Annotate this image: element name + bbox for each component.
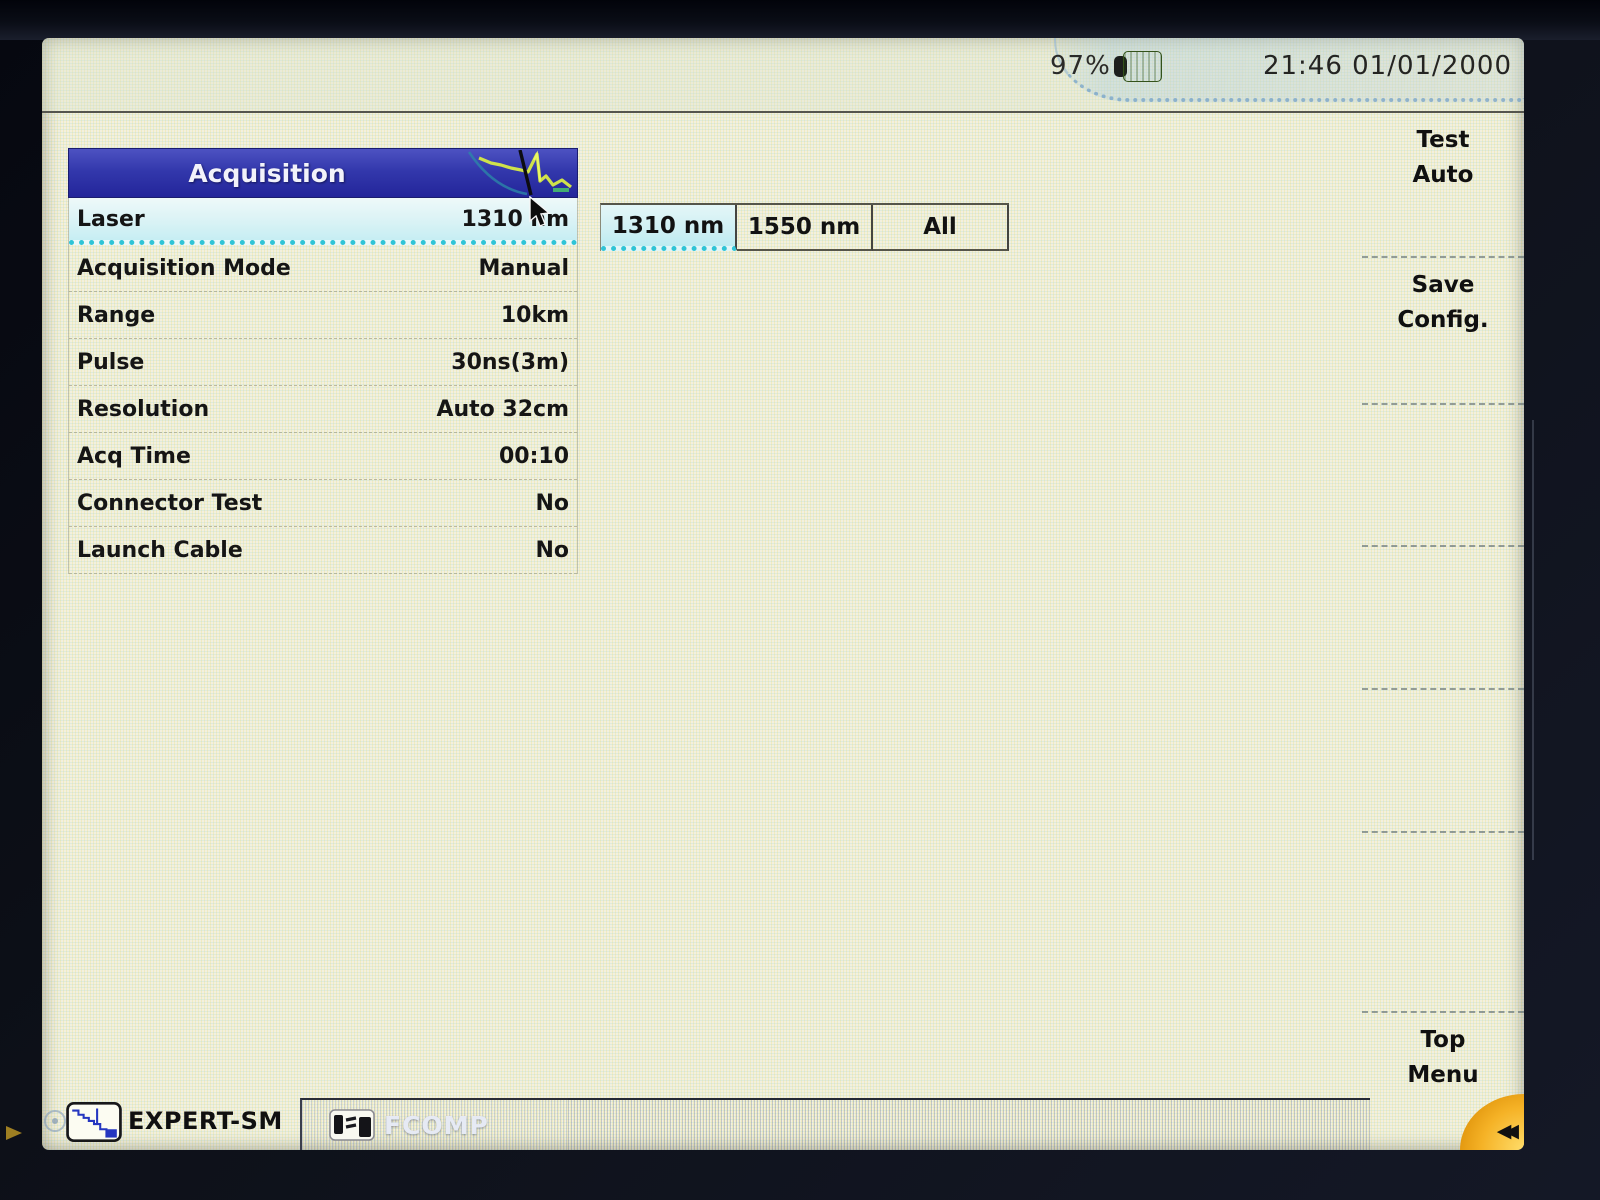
battery-icon bbox=[1114, 51, 1162, 82]
setting-label: Connector Test bbox=[77, 491, 262, 516]
bezel-reflection bbox=[1532, 420, 1534, 860]
setting-label: Laser bbox=[77, 207, 145, 232]
taskbar: EXPERT-SM FCOMP bbox=[42, 1094, 1524, 1150]
fiber-compare-icon bbox=[328, 1105, 380, 1145]
setting-row-acq-time[interactable]: Acq Time 00:10 bbox=[69, 433, 577, 480]
acquisition-panel: Acquisition Laser 1310 nm bbox=[68, 148, 578, 574]
setting-label: Launch Cable bbox=[77, 538, 243, 563]
softkey-label-line: Menu bbox=[1362, 1058, 1524, 1093]
softkey-empty-4 bbox=[1362, 833, 1524, 1013]
softkey-label-line: Auto bbox=[1362, 158, 1524, 193]
setting-label: Range bbox=[77, 303, 155, 328]
taskbar-status-icon bbox=[44, 1110, 66, 1132]
softkey-label-line: Test bbox=[1362, 123, 1524, 158]
status-bar: 97% 21:46 01/01/2000 bbox=[42, 38, 1524, 113]
softkey-label-line: Config. bbox=[1362, 303, 1524, 338]
softkey-label-line: Save bbox=[1362, 268, 1524, 303]
softkey-empty-2 bbox=[1362, 547, 1524, 690]
setting-row-laser[interactable]: Laser 1310 nm bbox=[69, 198, 577, 245]
setting-label: Pulse bbox=[77, 350, 144, 375]
setting-row-pulse[interactable]: Pulse 30ns(3m) bbox=[69, 339, 577, 386]
softkey-sidebar: Test Auto Save Config. Top Menu bbox=[1362, 113, 1524, 1146]
setting-value: 30ns(3m) bbox=[451, 350, 569, 375]
setting-value: Manual bbox=[479, 256, 569, 281]
setting-row-launch-cable[interactable]: Launch Cable No bbox=[69, 527, 577, 574]
device-bezel: 97% 21:46 01/01/2000 Acquisition bbox=[0, 0, 1600, 1200]
setting-value: No bbox=[535, 491, 569, 516]
setting-value: No bbox=[535, 538, 569, 563]
mouse-cursor bbox=[528, 196, 558, 230]
taskbar-tab-label: FCOMP bbox=[384, 1111, 489, 1140]
setting-value: 00:10 bbox=[499, 444, 569, 469]
instrument-screen: 97% 21:46 01/01/2000 Acquisition bbox=[42, 38, 1524, 1150]
settings-rows: Laser 1310 nm Acquisition Mode Manual Ra… bbox=[68, 198, 578, 574]
softkey-empty-3 bbox=[1362, 690, 1524, 833]
setting-label: Acq Time bbox=[77, 444, 191, 469]
double-left-arrow-icon: ◀◀ bbox=[1497, 1120, 1519, 1142]
laser-option-all[interactable]: All bbox=[873, 205, 1009, 251]
otdr-trace-icon bbox=[465, 150, 577, 196]
battery-level bbox=[1123, 51, 1162, 82]
setting-row-connector-test[interactable]: Connector Test No bbox=[69, 480, 577, 527]
taskbar-empty-strip bbox=[568, 1098, 1370, 1150]
softkey-test-auto[interactable]: Test Auto bbox=[1362, 113, 1524, 258]
otdr-trace-app-icon bbox=[66, 1101, 122, 1143]
setting-row-acquisition-mode[interactable]: Acquisition Mode Manual bbox=[69, 245, 577, 292]
softkey-empty-1 bbox=[1362, 405, 1524, 547]
setting-label: Resolution bbox=[77, 397, 209, 422]
bezel-top-edge bbox=[0, 0, 1600, 40]
laser-option-1310nm[interactable]: 1310 nm bbox=[601, 205, 737, 251]
battery-percent: 97% bbox=[1050, 51, 1111, 81]
bezel-arrow-marker bbox=[6, 1126, 22, 1140]
taskbar-tab-fcomp[interactable]: FCOMP bbox=[300, 1098, 568, 1150]
laser-option-selector: 1310 nm 1550 nm All bbox=[600, 203, 1009, 251]
setting-label: Acquisition Mode bbox=[77, 256, 291, 281]
panel-header: Acquisition bbox=[68, 148, 578, 198]
setting-value: Auto 32cm bbox=[436, 397, 569, 422]
setting-row-resolution[interactable]: Resolution Auto 32cm bbox=[69, 386, 577, 433]
laser-option-1550nm[interactable]: 1550 nm bbox=[737, 205, 873, 251]
panel-title: Acquisition bbox=[69, 159, 465, 188]
clock-datetime: 21:46 01/01/2000 bbox=[1182, 51, 1512, 81]
setting-row-range[interactable]: Range 10km bbox=[69, 292, 577, 339]
softkey-save-config[interactable]: Save Config. bbox=[1362, 258, 1524, 405]
setting-value: 10km bbox=[501, 303, 569, 328]
softkey-label-line: Top bbox=[1362, 1023, 1524, 1058]
taskbar-tab-expert-sm[interactable]: EXPERT-SM bbox=[128, 1107, 283, 1135]
